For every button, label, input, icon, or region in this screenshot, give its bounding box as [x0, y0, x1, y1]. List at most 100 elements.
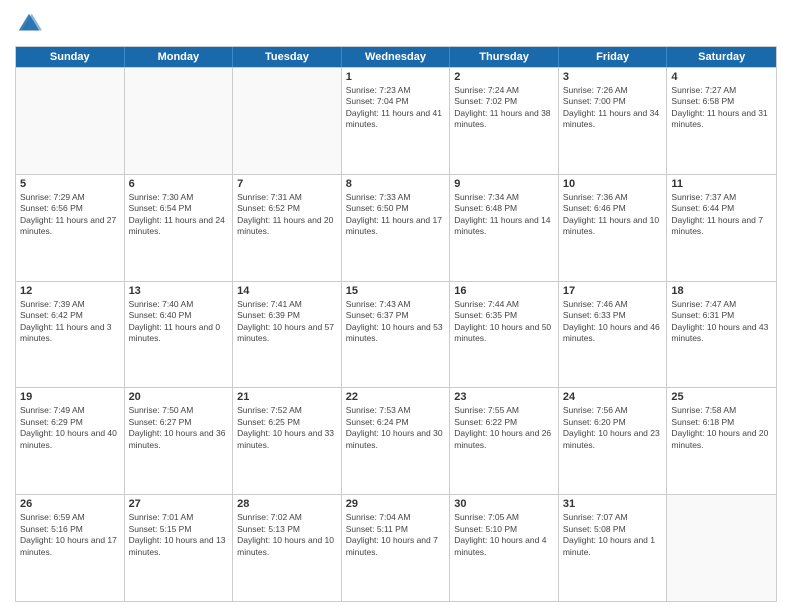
calendar-cell-0-6: 4 Sunrise: 7:27 AMSunset: 6:58 PMDaylight… [667, 68, 776, 174]
day-number: 9 [454, 178, 554, 190]
day-info: Sunrise: 7:34 AMSunset: 6:48 PMDaylight:… [454, 192, 554, 238]
page: SundayMondayTuesdayWednesdayThursdayFrid… [0, 0, 792, 612]
day-info: Sunrise: 7:26 AMSunset: 7:00 PMDaylight:… [563, 85, 663, 131]
day-number: 1 [346, 71, 446, 83]
day-info: Sunrise: 7:40 AMSunset: 6:40 PMDaylight:… [129, 299, 229, 345]
day-info: Sunrise: 7:46 AMSunset: 6:33 PMDaylight:… [563, 299, 663, 345]
calendar-header: SundayMondayTuesdayWednesdayThursdayFrid… [16, 47, 776, 67]
day-number: 22 [346, 391, 446, 403]
calendar-cell-4-2: 28 Sunrise: 7:02 AMSunset: 5:13 PMDayligh… [233, 495, 342, 601]
calendar-cell-1-3: 8 Sunrise: 7:33 AMSunset: 6:50 PMDaylight… [342, 175, 451, 281]
calendar-cell-2-6: 18 Sunrise: 7:47 AMSunset: 6:31 PMDayligh… [667, 282, 776, 388]
calendar-cell-3-4: 23 Sunrise: 7:55 AMSunset: 6:22 PMDayligh… [450, 388, 559, 494]
day-number: 5 [20, 178, 120, 190]
calendar-cell-4-0: 26 Sunrise: 6:59 AMSunset: 5:16 PMDayligh… [16, 495, 125, 601]
day-info: Sunrise: 7:58 AMSunset: 6:18 PMDaylight:… [671, 405, 772, 451]
day-number: 20 [129, 391, 229, 403]
day-info: Sunrise: 6:59 AMSunset: 5:16 PMDaylight:… [20, 512, 120, 558]
calendar-cell-3-0: 19 Sunrise: 7:49 AMSunset: 6:29 PMDayligh… [16, 388, 125, 494]
header-day-wednesday: Wednesday [342, 47, 451, 67]
day-number: 2 [454, 71, 554, 83]
calendar-cell-3-3: 22 Sunrise: 7:53 AMSunset: 6:24 PMDayligh… [342, 388, 451, 494]
day-info: Sunrise: 7:23 AMSunset: 7:04 PMDaylight:… [346, 85, 446, 131]
calendar-cell-1-1: 6 Sunrise: 7:30 AMSunset: 6:54 PMDaylight… [125, 175, 234, 281]
day-info: Sunrise: 7:43 AMSunset: 6:37 PMDaylight:… [346, 299, 446, 345]
calendar-cell-1-4: 9 Sunrise: 7:34 AMSunset: 6:48 PMDaylight… [450, 175, 559, 281]
header-day-sunday: Sunday [16, 47, 125, 67]
day-info: Sunrise: 7:02 AMSunset: 5:13 PMDaylight:… [237, 512, 337, 558]
day-info: Sunrise: 7:05 AMSunset: 5:10 PMDaylight:… [454, 512, 554, 558]
day-number: 26 [20, 498, 120, 510]
day-number: 15 [346, 285, 446, 297]
day-info: Sunrise: 7:27 AMSunset: 6:58 PMDaylight:… [671, 85, 772, 131]
calendar-cell-1-6: 11Sunrise: 7:37 AMSunset: 6:44 PMDayligh… [667, 175, 776, 281]
day-info: Sunrise: 7:31 AMSunset: 6:52 PMDaylight:… [237, 192, 337, 238]
day-number: 14 [237, 285, 337, 297]
calendar-cell-0-2 [233, 68, 342, 174]
day-number: 16 [454, 285, 554, 297]
day-number: 19 [20, 391, 120, 403]
day-info: Sunrise: 7:41 AMSunset: 6:39 PMDaylight:… [237, 299, 337, 345]
calendar-cell-3-2: 21 Sunrise: 7:52 AMSunset: 6:25 PMDayligh… [233, 388, 342, 494]
day-number: 13 [129, 285, 229, 297]
day-number: 17 [563, 285, 663, 297]
calendar-row-0: 1 Sunrise: 7:23 AMSunset: 7:04 PMDaylight… [16, 67, 776, 174]
day-info: Sunrise: 7:36 AMSunset: 6:46 PMDaylight:… [563, 192, 663, 238]
day-number: 4 [671, 71, 772, 83]
header-day-thursday: Thursday [450, 47, 559, 67]
day-number: 25 [671, 391, 772, 403]
day-number: 23 [454, 391, 554, 403]
logo-icon [15, 10, 43, 38]
calendar-body: 1 Sunrise: 7:23 AMSunset: 7:04 PMDaylight… [16, 67, 776, 601]
calendar-cell-3-5: 24 Sunrise: 7:56 AMSunset: 6:20 PMDayligh… [559, 388, 668, 494]
calendar-cell-2-4: 16 Sunrise: 7:44 AMSunset: 6:35 PMDayligh… [450, 282, 559, 388]
header-day-friday: Friday [559, 47, 668, 67]
day-number: 8 [346, 178, 446, 190]
calendar-cell-2-5: 17 Sunrise: 7:46 AMSunset: 6:33 PMDayligh… [559, 282, 668, 388]
day-info: Sunrise: 7:37 AMSunset: 6:44 PMDaylight:… [671, 192, 772, 238]
day-info: Sunrise: 7:53 AMSunset: 6:24 PMDaylight:… [346, 405, 446, 451]
day-info: Sunrise: 7:49 AMSunset: 6:29 PMDaylight:… [20, 405, 120, 451]
day-number: 24 [563, 391, 663, 403]
calendar-cell-4-5: 31 Sunrise: 7:07 AMSunset: 5:08 PMDayligh… [559, 495, 668, 601]
calendar-row-2: 12Sunrise: 7:39 AMSunset: 6:42 PMDayligh… [16, 281, 776, 388]
calendar-cell-2-2: 14 Sunrise: 7:41 AMSunset: 6:39 PMDayligh… [233, 282, 342, 388]
day-info: Sunrise: 7:52 AMSunset: 6:25 PMDaylight:… [237, 405, 337, 451]
calendar-cell-2-3: 15 Sunrise: 7:43 AMSunset: 6:37 PMDayligh… [342, 282, 451, 388]
calendar-cell-4-6 [667, 495, 776, 601]
day-number: 12 [20, 285, 120, 297]
day-number: 21 [237, 391, 337, 403]
calendar-cell-0-4: 2Sunrise: 7:24 AMSunset: 7:02 PMDaylight… [450, 68, 559, 174]
day-info: Sunrise: 7:29 AMSunset: 6:56 PMDaylight:… [20, 192, 120, 238]
calendar-cell-4-4: 30 Sunrise: 7:05 AMSunset: 5:10 PMDayligh… [450, 495, 559, 601]
calendar-cell-0-5: 3 Sunrise: 7:26 AMSunset: 7:00 PMDaylight… [559, 68, 668, 174]
day-info: Sunrise: 7:55 AMSunset: 6:22 PMDaylight:… [454, 405, 554, 451]
day-number: 3 [563, 71, 663, 83]
header [15, 10, 777, 38]
day-number: 6 [129, 178, 229, 190]
day-info: Sunrise: 7:01 AMSunset: 5:15 PMDaylight:… [129, 512, 229, 558]
header-day-saturday: Saturday [667, 47, 776, 67]
day-info: Sunrise: 7:50 AMSunset: 6:27 PMDaylight:… [129, 405, 229, 451]
calendar-row-4: 26 Sunrise: 6:59 AMSunset: 5:16 PMDayligh… [16, 494, 776, 601]
day-info: Sunrise: 7:47 AMSunset: 6:31 PMDaylight:… [671, 299, 772, 345]
day-info: Sunrise: 7:04 AMSunset: 5:11 PMDaylight:… [346, 512, 446, 558]
day-number: 31 [563, 498, 663, 510]
day-number: 10 [563, 178, 663, 190]
day-number: 30 [454, 498, 554, 510]
logo [15, 10, 47, 38]
header-day-tuesday: Tuesday [233, 47, 342, 67]
calendar-cell-0-3: 1 Sunrise: 7:23 AMSunset: 7:04 PMDaylight… [342, 68, 451, 174]
calendar-row-3: 19 Sunrise: 7:49 AMSunset: 6:29 PMDayligh… [16, 387, 776, 494]
calendar-cell-2-0: 12Sunrise: 7:39 AMSunset: 6:42 PMDayligh… [16, 282, 125, 388]
day-info: Sunrise: 7:33 AMSunset: 6:50 PMDaylight:… [346, 192, 446, 238]
calendar-cell-3-6: 25 Sunrise: 7:58 AMSunset: 6:18 PMDayligh… [667, 388, 776, 494]
day-info: Sunrise: 7:56 AMSunset: 6:20 PMDaylight:… [563, 405, 663, 451]
day-info: Sunrise: 7:30 AMSunset: 6:54 PMDaylight:… [129, 192, 229, 238]
calendar-cell-0-1 [125, 68, 234, 174]
calendar-cell-4-1: 27Sunrise: 7:01 AMSunset: 5:15 PMDayligh… [125, 495, 234, 601]
day-info: Sunrise: 7:07 AMSunset: 5:08 PMDaylight:… [563, 512, 663, 558]
day-info: Sunrise: 7:44 AMSunset: 6:35 PMDaylight:… [454, 299, 554, 345]
day-number: 28 [237, 498, 337, 510]
day-number: 18 [671, 285, 772, 297]
